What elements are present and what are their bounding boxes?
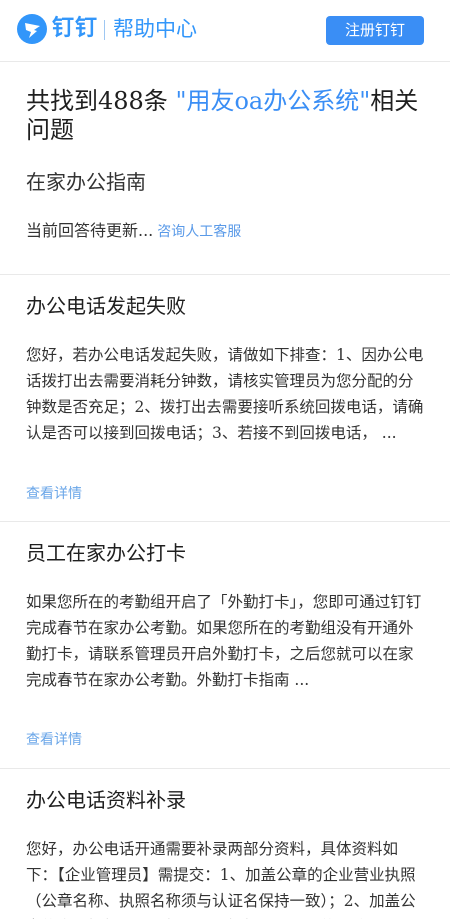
result-count-title: 共找到488条 "用友oa办公系统"相关问题 xyxy=(26,87,426,145)
dingtalk-logo-icon[interactable] xyxy=(17,14,47,44)
search-keyword: "用友oa办公系统" xyxy=(175,87,371,115)
article-card: 办公电话资料补录 您好，办公电话开通需要补录两部分资料，具体资料如下：【企业管理… xyxy=(0,770,450,919)
pending-text: 当前回答待更新... xyxy=(26,221,154,240)
article-card: 员工在家办公打卡 如果您所在的考勤组开启了「外勤打卡」，您即可通过钉钉完成春节在… xyxy=(0,523,450,769)
article-title[interactable]: 办公电话发起失败 xyxy=(26,293,186,319)
article-title[interactable]: 办公电话资料补录 xyxy=(26,787,186,813)
article-excerpt: 您好，办公电话开通需要补录两部分资料，具体资料如下：【企业管理员】需提交：1、加… xyxy=(26,840,416,919)
article-excerpt: 如果您所在的考勤组开启了「外勤打卡」，您即可通过钉钉完成春节在家办公考勤。如果您… xyxy=(26,593,422,689)
article-card: 办公电话发起失败 您好，若办公电话发起失败，请做如下排查：1、因办公电话拨打出去… xyxy=(0,276,450,522)
help-center-title[interactable]: 帮助中心 xyxy=(113,14,197,44)
guide-title[interactable]: 在家办公指南 xyxy=(26,169,146,195)
result-prefix: 共找到488条 xyxy=(26,87,176,115)
view-details-link[interactable]: 查看详情 xyxy=(26,730,82,750)
pending-answer: 当前回答待更新... 咨询人工客服 xyxy=(26,220,241,243)
view-details-link[interactable]: 查看详情 xyxy=(26,484,82,504)
register-button[interactable]: 注册钉钉 xyxy=(326,16,424,45)
consult-agent-link[interactable]: 咨询人工客服 xyxy=(157,224,241,240)
article-title[interactable]: 员工在家办公打卡 xyxy=(26,540,186,566)
header-divider xyxy=(104,20,105,40)
brand-name[interactable]: 钉钉 xyxy=(52,14,98,44)
top-header: 钉钉 帮助中心 注册钉钉 xyxy=(0,0,450,62)
search-summary: 共找到488条 "用友oa办公系统"相关问题 在家办公指南 当前回答待更新...… xyxy=(0,63,450,275)
article-excerpt: 您好，若办公电话发起失败，请做如下排查：1、因办公电话拨打出去需要消耗分钟数，请… xyxy=(26,346,424,442)
